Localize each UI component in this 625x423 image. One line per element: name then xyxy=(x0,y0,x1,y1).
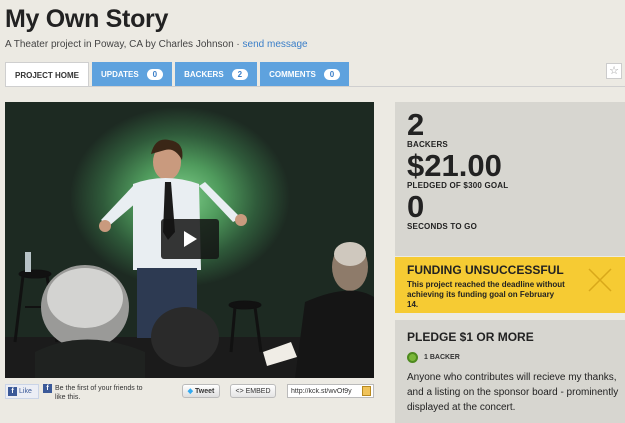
play-button[interactable] xyxy=(161,219,219,259)
star-icon[interactable]: ☆ xyxy=(606,63,622,79)
project-stats: 2 BACKERS $21.00 PLEDGED OF $300 GOAL 0 … xyxy=(395,102,625,256)
like-label: Like xyxy=(19,388,32,395)
pledged-label: PLEDGED OF $300 GOAL xyxy=(407,181,509,190)
tab-count-badge: 2 xyxy=(231,68,249,80)
funding-status-text: This project reached the deadline withou… xyxy=(407,280,565,309)
reward-description: Anyone who contributes will recieve my t… xyxy=(407,372,619,413)
send-message-link[interactable]: send message xyxy=(243,39,308,50)
seconds-count: 0 xyxy=(407,189,425,224)
tab-label: UPDATES xyxy=(101,69,139,79)
tab-count-badge: 0 xyxy=(323,68,341,80)
tab-backers[interactable]: BACKERS 2 xyxy=(175,62,258,86)
share-bar: f Like f Be the first of your friends to… xyxy=(5,382,375,402)
like-text-label: Be the first of your friends to like thi… xyxy=(55,385,143,401)
tweet-button[interactable]: ◆ Tweet xyxy=(182,384,220,398)
facebook-icon: f xyxy=(8,387,17,396)
facebook-like-button[interactable]: f Like xyxy=(5,384,39,399)
pledged-amount: $21.00 xyxy=(407,148,502,183)
project-subtitle: A Theater project in Poway, CA by Charle… xyxy=(5,39,308,50)
facebook-icon: f xyxy=(43,384,52,393)
funding-status-box: FUNDING UNSUCCESSFUL This project reache… xyxy=(395,257,625,313)
twitter-bird-icon: ◆ xyxy=(187,388,194,395)
reward-title: PLEDGE $1 OR MORE xyxy=(407,330,534,344)
embed-button[interactable]: <> EMBED xyxy=(230,384,276,398)
tab-label: COMMENTS xyxy=(269,69,316,79)
project-tabs: PROJECT HOME UPDATES 0 BACKERS 2 COMMENT… xyxy=(5,62,352,87)
reward-tier[interactable]: PLEDGE $1 OR MORE 1 BACKER Anyone who co… xyxy=(395,320,625,423)
tab-comments[interactable]: COMMENTS 0 xyxy=(260,62,350,86)
tab-updates[interactable]: UPDATES 0 xyxy=(92,62,173,86)
tab-divider xyxy=(5,86,625,87)
reward-backers-label: 1 BACKER xyxy=(424,354,460,361)
tab-project-home[interactable]: PROJECT HOME xyxy=(5,62,90,87)
reward-backers: 1 BACKER xyxy=(407,352,625,363)
backers-count: 2 xyxy=(407,107,425,142)
close-x-icon xyxy=(588,268,612,292)
embed-label: <> EMBED xyxy=(235,387,271,395)
project-byline: A Theater project in Poway, CA by Charle… xyxy=(5,39,243,50)
seconds-label: SECONDS TO GO xyxy=(407,222,478,231)
copy-icon[interactable] xyxy=(362,386,371,396)
tweet-label: Tweet xyxy=(195,387,215,395)
project-title: My Own Story xyxy=(5,5,169,33)
like-social-text: f Be the first of your friends to like t… xyxy=(43,384,143,402)
play-icon xyxy=(184,231,197,247)
tab-label: BACKERS xyxy=(184,69,224,79)
video-player[interactable] xyxy=(5,102,374,378)
tab-label: PROJECT HOME xyxy=(15,70,80,80)
short-url-field[interactable] xyxy=(287,384,374,398)
reward-leaf-icon xyxy=(407,352,418,363)
tab-count-badge: 0 xyxy=(146,68,164,80)
